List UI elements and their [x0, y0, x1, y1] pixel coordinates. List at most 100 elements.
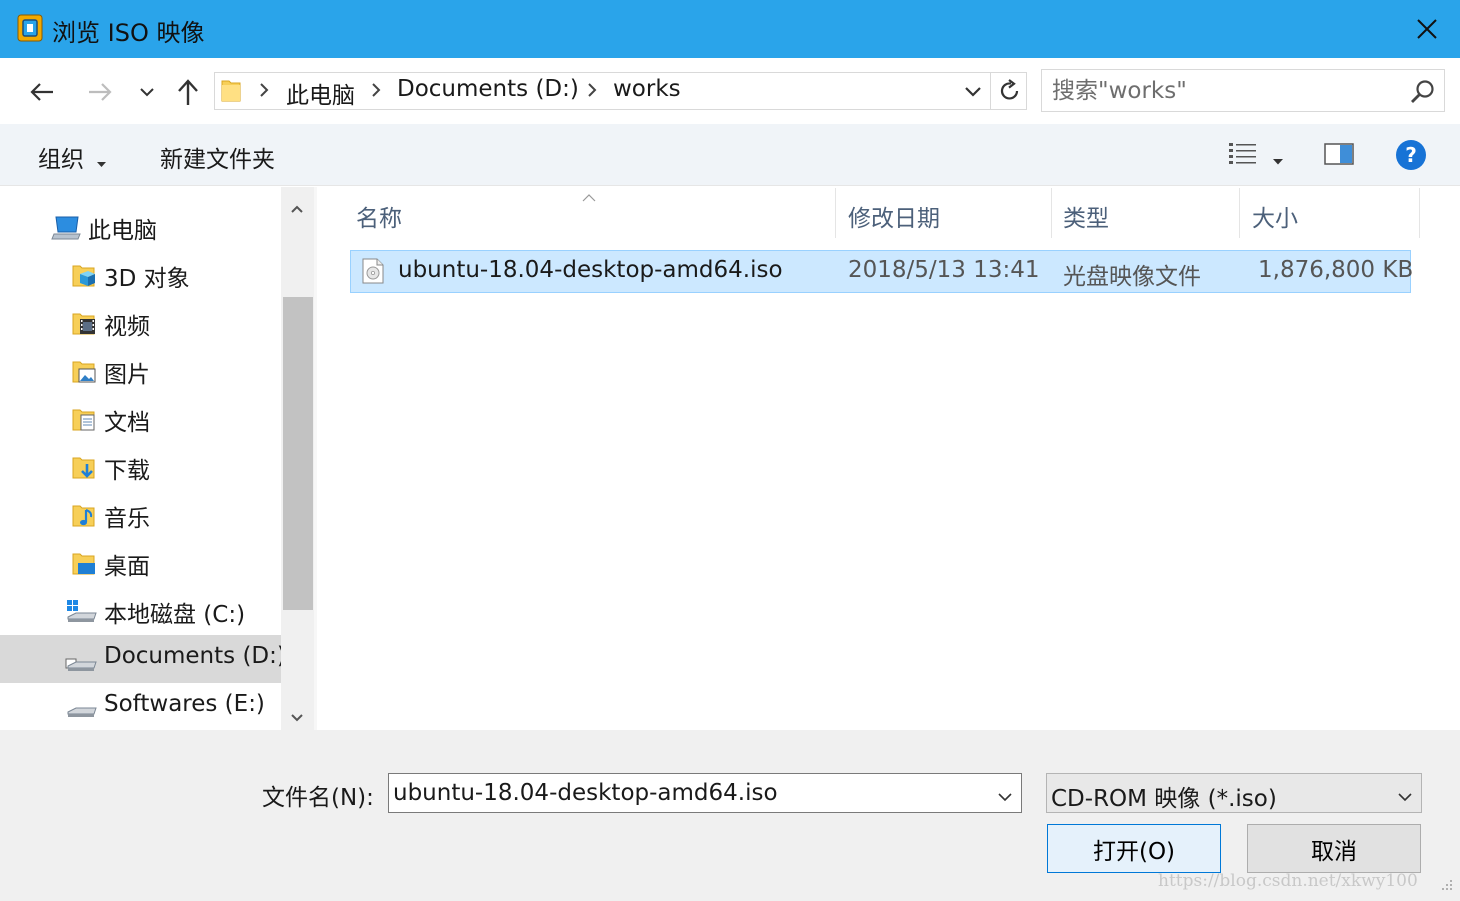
column-divider[interactable]	[1239, 188, 1240, 238]
arrow-up-icon	[178, 79, 198, 105]
desktop-folder-icon	[72, 550, 96, 576]
nav-item-pictures[interactable]: 图片	[0, 347, 281, 395]
refresh-icon	[1000, 79, 1019, 100]
filename-input[interactable]	[393, 778, 973, 808]
downloads-folder-icon	[72, 454, 96, 480]
recent-locations-button[interactable]	[132, 78, 162, 106]
breadcrumb-documents-d[interactable]: Documents (D:)	[397, 76, 579, 102]
caret-down-icon	[1273, 159, 1283, 165]
nav-item-downloads[interactable]: 下载	[0, 443, 281, 491]
column-header-modified[interactable]: 修改日期	[848, 199, 940, 233]
filetype-dropdown-button[interactable]	[1397, 787, 1413, 802]
nav-item-softwares-e[interactable]: Softwares (E:)	[0, 683, 281, 730]
nav-item-3d-objects[interactable]: 3D 对象	[0, 251, 281, 299]
filename-combobox[interactable]	[388, 773, 1022, 813]
search-icon[interactable]	[1410, 79, 1436, 105]
organize-button[interactable]: 组织	[38, 140, 107, 174]
folder-icon	[220, 77, 242, 103]
breadcrumb-chevron-icon	[258, 82, 270, 102]
breadcrumb-this-pc[interactable]: 此电脑	[286, 76, 355, 110]
video-folder-icon	[72, 310, 96, 336]
documents-folder-icon	[72, 406, 96, 432]
nav-item-local-disk-c[interactable]: 本地磁盘 (C:)	[0, 587, 281, 635]
file-name-cell: ubuntu-18.04-desktop-amd64.iso	[398, 257, 783, 283]
resize-grip-icon[interactable]	[1432, 874, 1454, 896]
column-divider[interactable]	[1051, 188, 1052, 238]
caret-down-icon	[97, 148, 107, 174]
chevron-down-icon	[291, 714, 303, 722]
details-view-icon	[1229, 143, 1256, 164]
nav-item-label: 此电脑	[88, 218, 157, 244]
preview-pane-button[interactable]	[1324, 143, 1356, 167]
drive-icon	[64, 647, 98, 673]
nav-item-label: 下载	[104, 458, 150, 484]
scrollbar-thumb[interactable]	[283, 297, 313, 610]
up-button[interactable]	[170, 74, 206, 110]
scroll-up-arrow[interactable]	[290, 199, 304, 213]
nav-item-label: 音乐	[104, 506, 150, 532]
filetype-select[interactable]: CD-ROM 映像 (*.iso)	[1046, 773, 1422, 813]
breadcrumb-chevron-icon	[586, 82, 598, 102]
search-box	[1041, 69, 1445, 112]
address-divider	[990, 73, 991, 109]
column-header-type[interactable]: 类型	[1063, 199, 1109, 233]
filename-label: 文件名(N):	[262, 785, 374, 811]
nav-item-label: 视频	[104, 314, 150, 340]
window-title: 浏览 ISO 映像	[52, 19, 205, 47]
cancel-button[interactable]: 取消	[1247, 824, 1421, 873]
view-options-dropdown[interactable]	[1273, 150, 1285, 165]
nav-item-label: 文档	[104, 410, 150, 436]
column-divider[interactable]	[835, 188, 836, 238]
title-bar[interactable]	[0, 0, 1460, 58]
address-history-dropdown[interactable]	[956, 76, 990, 108]
breadcrumb-works[interactable]: works	[613, 76, 681, 102]
arrow-right-icon	[89, 83, 112, 101]
nav-item-label: Softwares (E:)	[104, 691, 265, 717]
nav-item-label: Documents (D:)	[104, 643, 281, 669]
open-button[interactable]: 打开(O)	[1047, 824, 1221, 873]
nav-item-label: 本地磁盘 (C:)	[104, 602, 246, 628]
nav-item-videos[interactable]: 视频	[0, 299, 281, 347]
filename-dropdown-button[interactable]	[997, 787, 1013, 802]
chevron-down-icon	[965, 87, 981, 97]
nav-item-documents-d[interactable]: Documents (D:)	[0, 635, 281, 683]
column-header-size[interactable]: 大小	[1252, 199, 1298, 233]
nav-item-label: 桌面	[104, 554, 150, 580]
chevron-down-icon	[1398, 793, 1412, 802]
forward-button[interactable]	[80, 76, 120, 108]
close-button[interactable]	[1394, 0, 1460, 58]
drive-icon	[64, 695, 98, 721]
sort-ascending-icon	[582, 187, 596, 202]
watermark-text: https://blog.csdn.net/xkwy100	[1158, 871, 1418, 891]
music-folder-icon	[72, 502, 96, 528]
filetype-value: CD-ROM 映像 (*.iso)	[1051, 786, 1277, 812]
navigation-pane[interactable]: 此电脑 3D 对象 视频 图片 文档 下载 音乐 桌面 本地磁盘 (C:) Do…	[0, 187, 281, 730]
disc-image-file-icon	[362, 258, 384, 284]
file-type-cell: 光盘映像文件	[1063, 264, 1201, 290]
help-button[interactable]: ?	[1395, 139, 1427, 171]
3d-objects-icon	[72, 262, 96, 288]
nav-item-label: 3D 对象	[104, 266, 190, 292]
search-input[interactable]	[1052, 77, 1392, 105]
column-header-name[interactable]: 名称	[356, 199, 402, 233]
nav-item-desktop[interactable]: 桌面	[0, 539, 281, 587]
nav-item-label: 图片	[104, 362, 150, 388]
new-folder-button[interactable]: 新建文件夹	[160, 140, 275, 174]
column-divider[interactable]	[1419, 188, 1420, 238]
organize-label: 组织	[38, 147, 84, 173]
change-view-button[interactable]	[1228, 141, 1258, 169]
scroll-down-arrow[interactable]	[290, 708, 304, 722]
nav-item-this-pc[interactable]: 此电脑	[0, 203, 281, 251]
nav-item-music[interactable]: 音乐	[0, 491, 281, 539]
arrow-left-icon	[30, 83, 53, 101]
nav-item-documents[interactable]: 文档	[0, 395, 281, 443]
preview-pane-icon	[1324, 143, 1354, 165]
chevron-up-icon	[291, 205, 303, 213]
computer-icon	[50, 215, 82, 241]
file-size-cell: 1,876,800 KB	[1258, 257, 1414, 283]
pictures-folder-icon	[72, 358, 96, 384]
system-drive-icon	[64, 597, 98, 625]
close-icon	[1417, 19, 1437, 39]
refresh-button[interactable]	[993, 74, 1027, 108]
back-button[interactable]	[22, 76, 62, 108]
